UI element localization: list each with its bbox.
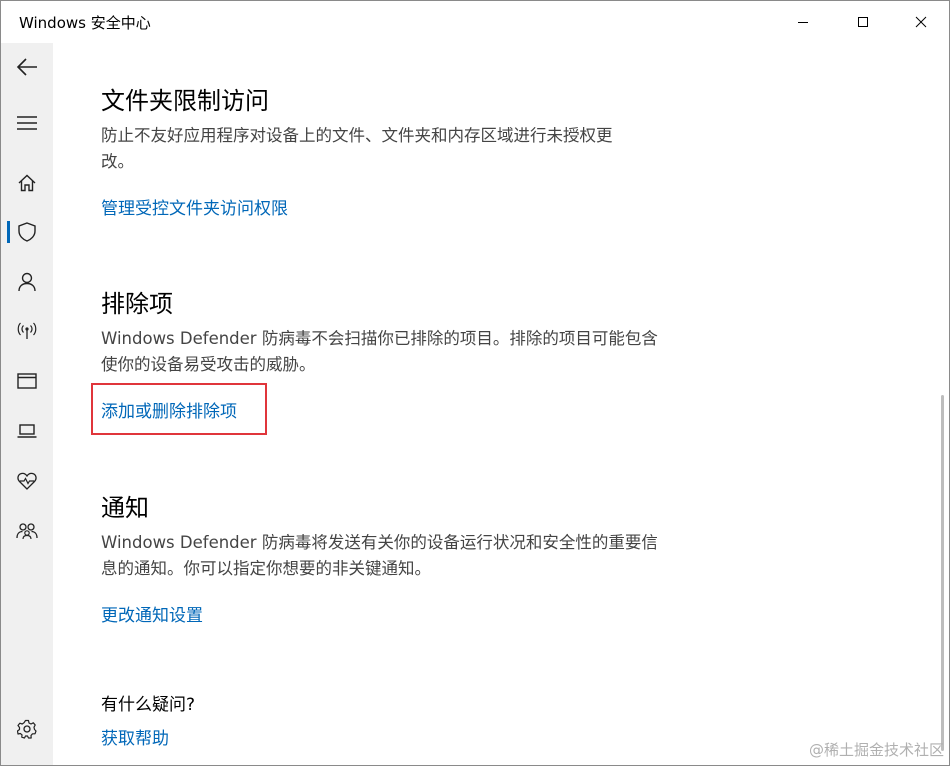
description-line: 息的通知。你可以指定你想要的非关键通知。 <box>101 559 431 578</box>
gear-icon <box>17 719 37 739</box>
highlight-annotation-box <box>91 383 267 435</box>
wireless-antenna-icon <box>17 322 37 339</box>
window-title: Windows 安全中心 <box>19 14 151 32</box>
close-icon <box>915 16 927 28</box>
description-line: 防止不友好应用程序对设备上的文件、文件夹和内存区域进行未授权更 <box>101 126 613 145</box>
nav-settings[interactable] <box>1 709 53 749</box>
description-line: 改。 <box>101 152 134 171</box>
description-line: Windows Defender 防病毒将发送有关你的设备运行状况和安全性的重要… <box>101 533 658 552</box>
section-title: 通知 <box>101 494 149 522</box>
description-line: 使你的设备易受攻击的威胁。 <box>101 355 316 374</box>
scrollbar-thumb[interactable] <box>941 395 944 751</box>
nav-home[interactable] <box>1 163 53 203</box>
help-title: 有什么疑问? <box>101 695 196 715</box>
back-button[interactable] <box>1 47 53 87</box>
hamburger-menu-icon <box>17 116 37 130</box>
change-notification-settings-link[interactable]: 更改通知设置 <box>101 604 203 628</box>
get-help-link[interactable]: 获取帮助 <box>101 727 169 751</box>
navigation-sidebar <box>1 43 53 765</box>
nav-device-security[interactable] <box>1 411 53 451</box>
section-controlled-folder-access: 文件夹限制访问 防止不友好应用程序对设备上的文件、文件夹和内存区域进行未授权更 … <box>101 85 721 221</box>
section-title: 排除项 <box>101 290 173 318</box>
watermark: @稀土掘金技术社区 <box>808 741 944 759</box>
back-arrow-icon <box>16 58 37 76</box>
minimize-icon <box>798 22 808 23</box>
close-button[interactable] <box>891 1 950 43</box>
nav-family-options[interactable] <box>1 511 53 551</box>
active-indicator <box>7 221 10 243</box>
nav-firewall[interactable] <box>1 311 53 351</box>
shield-icon <box>18 222 36 242</box>
browser-window-icon <box>17 373 37 389</box>
minimize-button[interactable] <box>773 1 833 43</box>
maximize-button[interactable] <box>833 1 893 43</box>
title-bar: Windows 安全中心 <box>1 1 949 43</box>
section-description: 防止不友好应用程序对设备上的文件、文件夹和内存区域进行未授权更 改。 <box>101 123 721 175</box>
menu-toggle-button[interactable] <box>1 103 53 143</box>
heart-pulse-icon <box>17 472 37 490</box>
section-description: Windows Defender 防病毒将发送有关你的设备运行状况和安全性的重要… <box>101 530 721 582</box>
section-help: 有什么疑问? 获取帮助 <box>101 693 721 751</box>
vertical-scrollbar[interactable] <box>937 43 949 765</box>
laptop-icon <box>17 424 37 438</box>
section-description: Windows Defender 防病毒不会扫描你已排除的项目。排除的项目可能包… <box>101 326 721 378</box>
nav-virus-protection[interactable] <box>1 212 53 252</box>
manage-controlled-folder-access-link[interactable]: 管理受控文件夹访问权限 <box>101 197 288 221</box>
family-icon <box>16 523 38 540</box>
description-line: Windows Defender 防病毒不会扫描你已排除的项目。排除的项目可能包… <box>101 329 658 348</box>
person-icon <box>18 272 36 292</box>
section-notifications: 通知 Windows Defender 防病毒将发送有关你的设备运行状况和安全性… <box>101 492 721 628</box>
section-title: 文件夹限制访问 <box>101 87 269 115</box>
nav-device-health[interactable] <box>1 461 53 501</box>
nav-account-protection[interactable] <box>1 262 53 302</box>
app-window: Windows 安全中心 文件夹限制访问 防止不友好应用程序对设备上的文件、文件… <box>0 0 950 766</box>
nav-app-browser-control[interactable] <box>1 361 53 401</box>
maximize-icon <box>858 17 868 27</box>
home-icon <box>18 174 36 192</box>
